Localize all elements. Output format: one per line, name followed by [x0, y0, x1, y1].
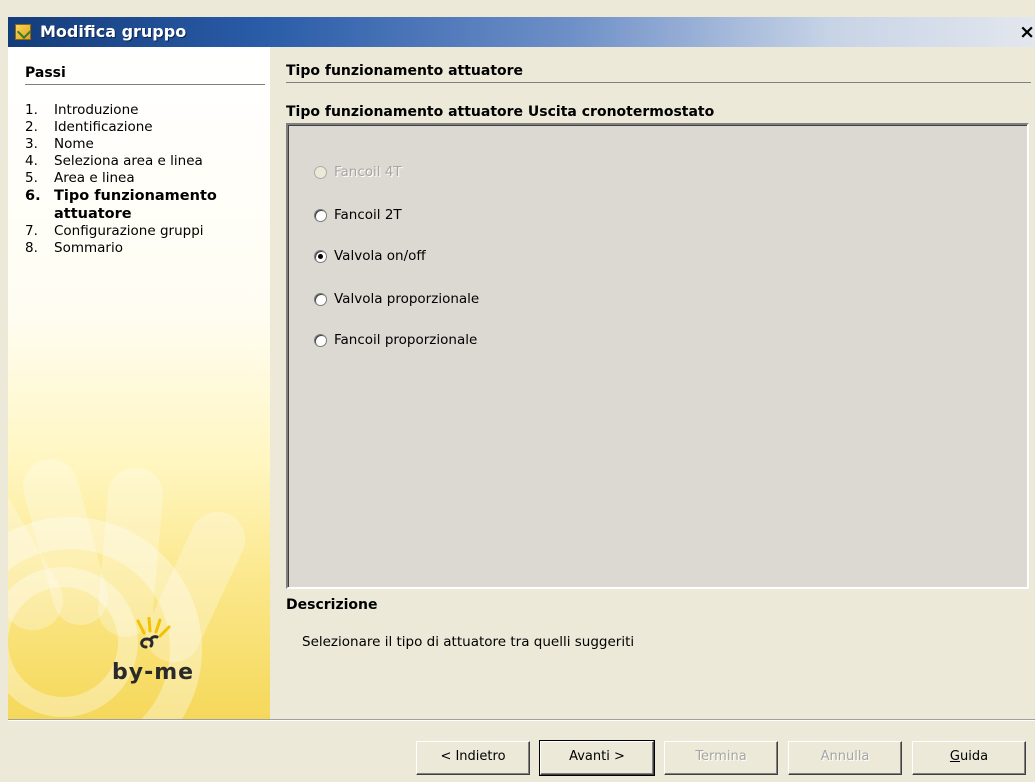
byme-logo-text: by-me: [112, 660, 195, 685]
help-mnemonic: G: [949, 749, 960, 764]
radio-valvola-on-off[interactable]: Valvola on/off: [314, 247, 426, 265]
window-title: Modifica gruppo: [40, 22, 187, 41]
help-button[interactable]: Guida: [912, 741, 1026, 775]
group-title: Tipo funzionamento attuatore Uscita cron…: [286, 104, 715, 120]
radio-fancoil-4t: Fancoil 4T: [314, 163, 402, 181]
radio-label[interactable]: Fancoil 2T: [334, 207, 402, 223]
step-nome: 3. Nome: [25, 136, 94, 152]
step-sommario: 8. Sommario: [25, 240, 123, 256]
title-divider: [286, 82, 1031, 83]
steps-panel: Passi 1. Introduzione 2. Identificazione 3…: [8, 47, 270, 719]
cancel-button[interactable]: Annulla: [788, 741, 902, 775]
radio-label: Fancoil 4T: [334, 164, 402, 180]
back-button[interactable]: < Indietro: [416, 741, 530, 775]
description-title: Descrizione: [286, 597, 378, 613]
footer-divider: [8, 719, 1035, 720]
app-icon: [15, 24, 31, 40]
page-title: Tipo funzionamento attuatore: [286, 63, 524, 79]
help-label: uida: [960, 749, 989, 764]
radio-label[interactable]: Valvola on/off: [334, 248, 426, 264]
description-text: Selezionare il tipo di attuatore tra que…: [302, 634, 635, 650]
steps-list: 1. Introduzione 2. Identificazione 3. Nome …: [25, 102, 244, 257]
radio-valvola-proporzionale[interactable]: Valvola proporzionale: [314, 290, 479, 308]
radio-label[interactable]: Fancoil proporzionale: [334, 332, 477, 348]
step-seleziona-area-e-linea: 4. Seleziona area e linea: [25, 153, 203, 169]
radio-button-icon[interactable]: [314, 333, 327, 347]
steps-divider: [25, 84, 265, 85]
radio-fancoil-proporzionale[interactable]: Fancoil proporzionale: [314, 331, 477, 349]
step-identificazione: 2. Identificazione: [25, 119, 153, 135]
step-area-e-linea: 5. Area e linea: [25, 170, 135, 186]
radio-button-selected-icon[interactable]: [314, 249, 327, 263]
step-tipo-funzionamento-attuatore: 6. Tipo funzionamento attuatore: [25, 188, 217, 222]
steps-title: Passi: [25, 65, 66, 81]
radio-button-icon[interactable]: [314, 292, 327, 306]
next-button[interactable]: Avanti >: [539, 740, 655, 776]
radio-button-icon: [314, 165, 327, 179]
radio-fancoil-2t[interactable]: Fancoil 2T: [314, 206, 402, 224]
radio-label[interactable]: Valvola proporzionale: [334, 291, 479, 307]
close-button[interactable]: ×: [1015, 20, 1035, 44]
step-configurazione-gruppi: 7. Configurazione gruppi: [25, 223, 204, 239]
finish-button[interactable]: Termina: [664, 741, 778, 775]
options-panel: Fancoil 4T Fancoil 2T Valvola on/off Val…: [286, 123, 1029, 589]
step-introduzione: 1. Introduzione: [25, 102, 139, 118]
radio-button-icon[interactable]: [314, 208, 327, 222]
byme-logo-mark: [136, 617, 171, 649]
title-bar[interactable]: Modifica gruppo ×: [8, 17, 1035, 47]
